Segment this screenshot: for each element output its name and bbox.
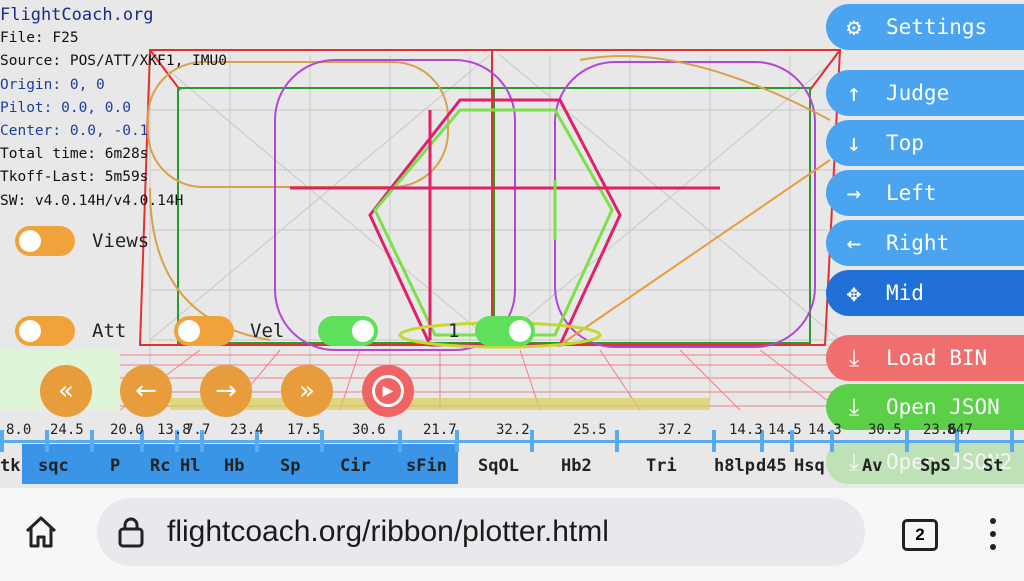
views-label: Views	[92, 230, 150, 252]
play-button[interactable]: ▶	[362, 365, 414, 417]
maneuver-score: 14.3	[729, 422, 763, 438]
maneuver-score: 24.5	[50, 422, 84, 438]
total-time-info: Total time: 6m28s	[0, 146, 149, 163]
right-view-button[interactable]: ← Right	[826, 220, 1024, 266]
maneuver-row: tk sqc P Rc Hl Hb Sp Cir sFin SqOL Hb2 T…	[0, 456, 1024, 478]
mid-view-button[interactable]: ✥ Mid	[826, 270, 1024, 316]
maneuver-label[interactable]: Hl	[180, 456, 200, 476]
toggle-knob	[19, 230, 41, 252]
maneuver-score: 7.7	[185, 422, 211, 438]
toggle-knob	[509, 320, 531, 342]
maneuver-score: 37.2	[658, 422, 692, 438]
fast-forward-button[interactable]: »	[281, 365, 333, 417]
url-text: flightcoach.org/ribbon/plotter.html	[167, 515, 609, 548]
rewind-button[interactable]: «	[40, 365, 92, 417]
load-bin-button[interactable]: ⤓ Load BIN	[826, 335, 1024, 381]
step-forward-button[interactable]: →	[200, 365, 252, 417]
double-chevron-left-icon: «	[58, 376, 74, 406]
step-back-button[interactable]: ←	[120, 365, 172, 417]
maneuver-label[interactable]: St	[983, 456, 1003, 476]
source-info: Source: POS/ATT/XKF1, IMU0	[0, 53, 227, 70]
top-view-button[interactable]: ↓ Top	[826, 120, 1024, 166]
center-info: Center: 0.0, -0.1	[0, 123, 149, 140]
maneuver-label[interactable]: Cir	[340, 456, 371, 476]
left-view-button[interactable]: → Left	[826, 170, 1024, 216]
score-row: 8.0 24.5 20.0 13.8 7.7 23.4 17.5 30.6 21…	[0, 420, 1024, 442]
move-icon: ✥	[846, 279, 862, 307]
maneuver-score: 32.2	[496, 422, 530, 438]
arrow-right-icon: →	[846, 179, 862, 207]
judge-view-button[interactable]: ↑ Judge	[826, 70, 1024, 116]
maneuver-label[interactable]: Hsq	[794, 456, 825, 476]
maneuver-score: 47	[956, 422, 973, 438]
views-toggle[interactable]	[15, 226, 75, 256]
maneuver-score: 20.0	[110, 422, 144, 438]
gear-icon: ⚙	[846, 13, 862, 41]
pilot-info: Pilot: 0.0, 0.0	[0, 99, 131, 116]
maneuver-label[interactable]: Hb2	[561, 456, 592, 476]
maneuver-score: 17.5	[287, 422, 321, 438]
toggle-knob	[178, 320, 200, 342]
vel-label: Vel	[250, 320, 285, 342]
att-toggle[interactable]	[15, 316, 75, 346]
maneuver-score: 14.5	[768, 422, 802, 438]
url-bar[interactable]: flightcoach.org/ribbon/plotter.html	[97, 498, 865, 566]
more-options-icon[interactable]	[984, 516, 1002, 552]
software-version: SW: v4.0.14H/v4.0.14H	[0, 192, 184, 209]
maneuver-label[interactable]: sFin	[406, 456, 447, 476]
maneuver-label[interactable]: sqc	[38, 456, 69, 476]
toggle-knob	[352, 320, 374, 342]
tkoff-last-info: Tkoff-Last: 5m59s	[0, 169, 149, 186]
maneuver-score: 30.6	[352, 422, 386, 438]
maneuver-score: 25.5	[573, 422, 607, 438]
site-title: FlightCoach.org	[0, 5, 154, 25]
maneuver-label[interactable]: Hb	[224, 456, 244, 476]
maneuver-label[interactable]: tk	[0, 456, 20, 476]
lock-icon	[118, 517, 144, 548]
arrow-left-icon: ←	[846, 229, 862, 257]
flight-info-panel: FlightCoach.org File: F25 Source: POS/ATT/…	[0, 4, 227, 213]
tab-count-button[interactable]: 2	[902, 519, 938, 551]
maneuver-label[interactable]: d45	[756, 456, 787, 476]
maneuver-score: 30.5	[868, 422, 902, 438]
toggle-knob	[19, 320, 41, 342]
ribbon-count-label: 1	[448, 320, 460, 342]
ribbon-toggle[interactable]	[318, 316, 378, 346]
arrow-left-icon: ←	[135, 376, 157, 406]
download-icon: ⤓	[848, 393, 860, 421]
maneuver-score: 23.4	[230, 422, 264, 438]
maneuver-label[interactable]: P	[110, 456, 120, 476]
double-chevron-right-icon: »	[299, 376, 315, 406]
maneuver-label[interactable]: h8lp	[714, 456, 755, 476]
origin-info: Origin: 0, 0	[0, 76, 105, 93]
att-label: Att	[92, 320, 127, 342]
maneuver-label[interactable]: SpS	[920, 456, 951, 476]
maneuver-score: 8.0	[6, 422, 32, 438]
download-icon: ⤓	[848, 344, 860, 372]
maneuver-score: 21.7	[423, 422, 457, 438]
home-icon[interactable]	[24, 515, 58, 549]
maneuver-score: 8	[947, 422, 956, 438]
maneuver-label[interactable]: SqOL	[478, 456, 519, 476]
arrow-down-icon: ↓	[846, 129, 862, 157]
maneuver-score: 14.3	[808, 422, 842, 438]
ribbon2-toggle[interactable]	[475, 316, 535, 346]
browser-toolbar: flightcoach.org/ribbon/plotter.html 2	[0, 488, 1024, 581]
maneuver-label[interactable]: Av	[862, 456, 882, 476]
arrow-up-icon: ↑	[846, 79, 862, 107]
arrow-right-icon: →	[215, 376, 237, 406]
maneuver-label[interactable]: Tri	[646, 456, 677, 476]
vel-toggle[interactable]	[174, 316, 234, 346]
maneuver-label[interactable]: Rc	[150, 456, 170, 476]
play-icon: ▶	[372, 375, 404, 407]
maneuver-label[interactable]: Sp	[280, 456, 300, 476]
file-info: File: F25	[0, 30, 79, 47]
settings-button[interactable]: ⚙ Settings	[826, 4, 1024, 50]
